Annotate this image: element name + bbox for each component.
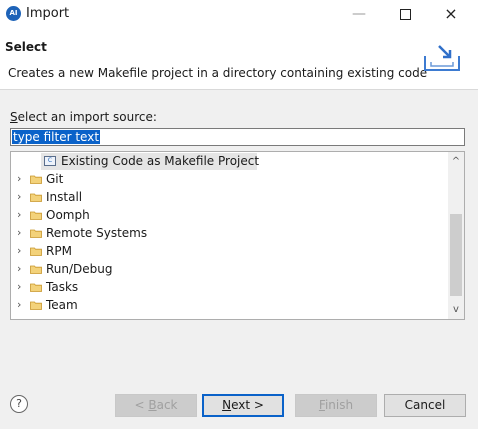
chevron-right-icon[interactable]: › <box>17 206 25 224</box>
chevron-right-icon[interactable]: › <box>17 188 25 206</box>
close-icon: × <box>444 4 458 23</box>
back-button[interactable]: < Back <box>115 394 197 417</box>
maximize-button[interactable] <box>382 0 428 28</box>
folder-icon <box>30 211 42 220</box>
tree-item-label: Team <box>46 298 78 312</box>
scroll-up-icon[interactable]: ^ <box>448 154 464 170</box>
minimize-button[interactable]: — <box>336 0 382 28</box>
folder-icon <box>30 265 42 274</box>
help-button[interactable]: ? <box>10 395 28 413</box>
tree-item-run-debug[interactable]: › Run/Debug <box>11 260 448 278</box>
tree-item-rpm[interactable]: › RPM <box>11 242 448 260</box>
finish-button[interactable]: Finish <box>295 394 377 417</box>
import-source-label: Select an import source: <box>10 110 157 124</box>
next-button[interactable]: Next > <box>202 394 284 417</box>
tree-item-label: RPM <box>46 244 72 258</box>
tree-item-label: Remote Systems <box>46 226 148 240</box>
folder-icon <box>30 175 42 184</box>
tree-item-tasks[interactable]: › Tasks <box>11 278 448 296</box>
tree-item-install[interactable]: › Install <box>11 188 448 206</box>
chevron-right-icon[interactable]: › <box>17 170 25 188</box>
makefile-project-icon: C <box>44 156 56 166</box>
folder-icon <box>30 283 42 292</box>
import-source-tree[interactable]: C Existing Code as Makefile Project › Gi… <box>10 151 465 320</box>
folder-icon <box>30 193 42 202</box>
tree-item-git[interactable]: › Git <box>11 170 448 188</box>
tree-item-label: Existing Code as Makefile Project <box>61 154 260 168</box>
vertical-scrollbar[interactable]: ^ v <box>448 152 464 319</box>
app-icon: AI <box>6 6 21 21</box>
title-bar: AI Import — × <box>0 0 478 28</box>
minimize-icon: — <box>352 6 366 22</box>
close-button[interactable]: × <box>428 0 474 28</box>
chevron-right-icon[interactable]: › <box>17 296 25 314</box>
page-description: Creates a new Makefile project in a dire… <box>8 66 428 80</box>
tree-item-label: Install <box>46 190 83 204</box>
chevron-right-icon[interactable]: › <box>17 242 25 260</box>
tree-item-label: Oomph <box>46 208 90 222</box>
tree-item-label: Git <box>46 172 64 186</box>
folder-icon <box>30 229 42 238</box>
scrollbar-thumb[interactable] <box>450 214 462 296</box>
tree-item-label: Tasks <box>46 280 79 294</box>
page-title: Select <box>5 40 47 54</box>
tree-item-team[interactable]: › Team <box>11 296 448 314</box>
chevron-right-icon[interactable]: › <box>17 260 25 278</box>
folder-icon <box>30 247 42 256</box>
chevron-right-icon[interactable]: › <box>17 278 25 296</box>
chevron-right-icon[interactable]: › <box>17 224 25 242</box>
folder-icon <box>30 301 42 310</box>
wizard-header: Select Creates a new Makefile project in… <box>0 28 478 90</box>
cancel-button[interactable]: Cancel <box>384 394 466 417</box>
maximize-icon <box>399 8 411 20</box>
tree-item-existing-code[interactable]: C Existing Code as Makefile Project <box>11 152 448 170</box>
filter-input[interactable] <box>10 128 465 146</box>
scroll-down-icon[interactable]: v <box>448 302 464 318</box>
tree-item-label: Run/Debug <box>46 262 113 276</box>
import-wizard-icon <box>424 45 460 71</box>
tree-item-remote-systems[interactable]: › Remote Systems <box>11 224 448 242</box>
tree-item-oomph[interactable]: › Oomph <box>11 206 448 224</box>
window-title: Import <box>26 6 70 21</box>
